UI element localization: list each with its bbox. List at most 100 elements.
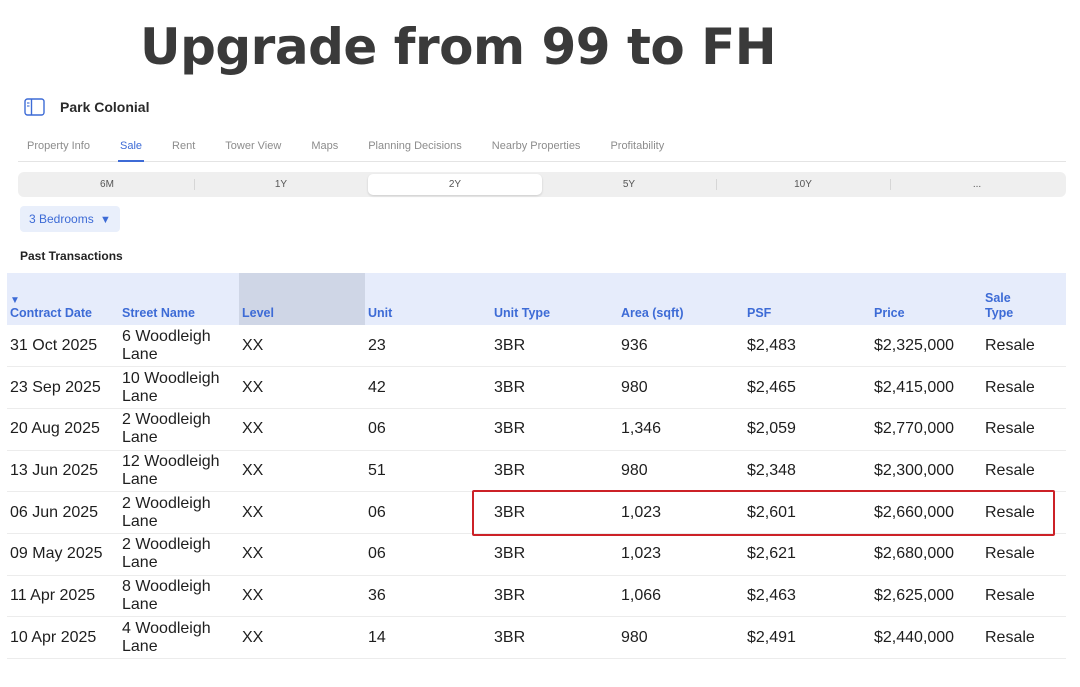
cell-level: XX [239, 408, 365, 451]
cell-level: XX [239, 533, 365, 576]
cell-level: XX [239, 575, 365, 618]
table-header-row: ▼ Contract Date Street Name Level Unit Un… [7, 273, 1066, 325]
cell-sale-type: Resale [982, 491, 1066, 534]
chevron-down-icon: ▼ [100, 214, 111, 226]
tab-property-info[interactable]: Property Info [18, 134, 92, 162]
cell-psf: $2,491 [744, 616, 871, 659]
cell-psf: $2,601 [744, 491, 871, 534]
period-10y[interactable]: 10Y [716, 174, 890, 195]
cell-area: 936 [618, 325, 744, 368]
cell-contract-date: 06 Jun 2025 [7, 491, 119, 534]
tab-rent[interactable]: Rent [170, 134, 197, 162]
cell-contract-date: 09 May 2025 [7, 533, 119, 576]
cell-area: 1,346 [618, 408, 744, 451]
period-6m[interactable]: 6M [20, 174, 194, 195]
sidebar-toggle-icon[interactable] [24, 98, 45, 116]
cell-psf: $2,483 [744, 325, 871, 368]
cell-level: XX [239, 616, 365, 659]
cell-street-name: 4 Woodleigh Lane [119, 616, 239, 659]
cell-price: $2,440,000 [871, 616, 982, 659]
table-row[interactable]: 23 Sep 2025 10 Woodleigh Lane XX 42 3BR 980 $2… [7, 366, 1066, 409]
period-selector: 6M 1Y 2Y 5Y 10Y ... [18, 172, 1066, 197]
tab-sale[interactable]: Sale [117, 134, 145, 162]
cell-unit: 23 [365, 325, 491, 368]
cell-price: $2,680,000 [871, 533, 982, 576]
cell-unit: 06 [365, 533, 491, 576]
cell-level: XX [239, 450, 365, 493]
tab-bar: Property Info Sale Rent Tower View Maps … [18, 134, 1066, 162]
tab-nearby-properties[interactable]: Nearby Properties [490, 134, 583, 162]
cell-area: 1,023 [618, 533, 744, 576]
cell-sale-type: Resale [982, 575, 1066, 618]
cell-area: 1,066 [618, 575, 744, 618]
cell-street-name: 12 Woodleigh Lane [119, 450, 239, 493]
tab-maps[interactable]: Maps [309, 134, 340, 162]
cell-price: $2,325,000 [871, 325, 982, 368]
cell-level: XX [239, 325, 365, 368]
column-header-area[interactable]: Area (sqft) [618, 273, 744, 325]
cell-unit: 42 [365, 366, 491, 409]
table-row[interactable]: 20 Aug 2025 2 Woodleigh Lane XX 06 3BR 1,346 $… [7, 408, 1066, 451]
cell-sale-type: Resale [982, 450, 1066, 493]
cell-contract-date: 13 Jun 2025 [7, 450, 119, 493]
bedroom-filter-label: 3 Bedrooms [29, 212, 94, 226]
cell-street-name: 2 Woodleigh Lane [119, 408, 239, 451]
cell-unit-type: 3BR [491, 366, 618, 409]
period-5y[interactable]: 5Y [542, 174, 716, 195]
cell-price: $2,625,000 [871, 575, 982, 618]
cell-street-name: 8 Woodleigh Lane [119, 575, 239, 618]
cell-street-name: 2 Woodleigh Lane [119, 533, 239, 576]
column-header-sale-type[interactable]: Sale Type [982, 273, 1066, 325]
tab-profitability[interactable]: Profitability [608, 134, 666, 162]
cell-contract-date: 31 Oct 2025 [7, 325, 119, 368]
cell-psf: $2,463 [744, 575, 871, 618]
cell-sale-type: Resale [982, 366, 1066, 409]
cell-level: XX [239, 366, 365, 409]
table-row[interactable]: 09 May 2025 2 Woodleigh Lane XX 06 3BR 1,023 $… [7, 533, 1066, 576]
cell-price: $2,660,000 [871, 491, 982, 534]
cell-unit: 51 [365, 450, 491, 493]
period-1y[interactable]: 1Y [194, 174, 368, 195]
cell-psf: $2,348 [744, 450, 871, 493]
cell-level: XX [239, 491, 365, 534]
column-header-contract-date[interactable]: ▼ Contract Date [7, 273, 119, 325]
cell-sale-type: Resale [982, 616, 1066, 659]
column-header-price[interactable]: Price [871, 273, 982, 325]
column-header-street-name[interactable]: Street Name [119, 273, 239, 325]
transactions-table: ▼ Contract Date Street Name Level Unit Un… [7, 273, 1066, 659]
cell-unit-type: 3BR [491, 533, 618, 576]
app-header: Park Colonial [24, 98, 149, 116]
cell-psf: $2,465 [744, 366, 871, 409]
table-row[interactable]: 13 Jun 2025 12 Woodleigh Lane XX 51 3BR 980 $2… [7, 450, 1066, 493]
table-row[interactable]: 31 Oct 2025 6 Woodleigh Lane XX 23 3BR 936 $2,… [7, 325, 1066, 368]
tab-planning-decisions[interactable]: Planning Decisions [366, 134, 464, 162]
cell-area: 980 [618, 366, 744, 409]
column-header-psf[interactable]: PSF [744, 273, 871, 325]
cell-unit-type: 3BR [491, 325, 618, 368]
sort-descending-icon: ▼ [10, 295, 20, 306]
cell-price: $2,300,000 [871, 450, 982, 493]
table-row[interactable]: 10 Apr 2025 4 Woodleigh Lane XX 14 3BR 980 $2,… [7, 616, 1066, 659]
column-header-unit[interactable]: Unit [365, 273, 491, 325]
column-header-level[interactable]: Level [239, 273, 365, 325]
tab-tower-view[interactable]: Tower View [223, 134, 283, 162]
table-row[interactable]: 06 Jun 2025 2 Woodleigh Lane XX 06 3BR 1,023 $… [7, 491, 1066, 534]
bedroom-filter-dropdown[interactable]: 3 Bedrooms ▼ [20, 206, 120, 232]
table-body: 31 Oct 2025 6 Woodleigh Lane XX 23 3BR 936 $2,… [7, 325, 1066, 659]
cell-unit-type: 3BR [491, 616, 618, 659]
cell-unit-type: 3BR [491, 575, 618, 618]
period-2y[interactable]: 2Y [368, 174, 542, 195]
cell-area: 1,023 [618, 491, 744, 534]
section-title: Past Transactions [20, 249, 123, 263]
cell-psf: $2,621 [744, 533, 871, 576]
cell-price: $2,770,000 [871, 408, 982, 451]
cell-area: 980 [618, 450, 744, 493]
cell-unit: 06 [365, 408, 491, 451]
cell-unit-type: 3BR [491, 491, 618, 534]
column-header-unit-type[interactable]: Unit Type [491, 273, 618, 325]
cell-price: $2,415,000 [871, 366, 982, 409]
cell-unit-type: 3BR [491, 408, 618, 451]
period-more[interactable]: ... [890, 174, 1064, 195]
app-title: Park Colonial [60, 99, 150, 115]
table-row[interactable]: 11 Apr 2025 8 Woodleigh Lane XX 36 3BR 1,066 $… [7, 575, 1066, 618]
